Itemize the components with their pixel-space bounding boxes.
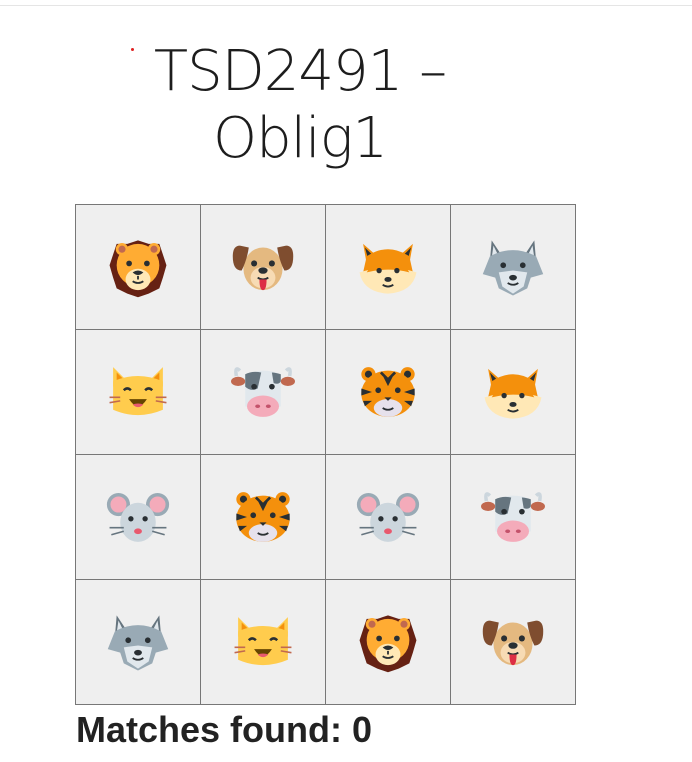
memory-card[interactable] <box>449 328 576 455</box>
memory-card[interactable] <box>324 328 451 455</box>
memory-card[interactable] <box>449 453 576 580</box>
memory-card[interactable] <box>199 453 326 580</box>
memory-card[interactable] <box>324 578 451 705</box>
memory-card[interactable] <box>74 203 201 330</box>
page-title: TSD2491 – Oblig1 <box>75 38 525 172</box>
fox-icon <box>359 243 416 294</box>
memory-card[interactable] <box>324 203 451 330</box>
tiger-icon <box>360 366 415 417</box>
memory-card[interactable] <box>199 203 326 330</box>
wolf-icon <box>482 239 543 295</box>
cow-icon <box>230 366 295 417</box>
lion-icon <box>359 614 416 672</box>
cat-icon <box>108 366 167 415</box>
top-divider <box>0 5 692 6</box>
dog-icon <box>482 620 543 665</box>
dog-icon <box>232 245 293 290</box>
memory-card[interactable] <box>324 453 451 580</box>
mouse-icon <box>106 492 169 542</box>
memory-card[interactable] <box>74 453 201 580</box>
fox-icon <box>484 368 541 419</box>
memory-card[interactable] <box>74 578 201 705</box>
mouse-icon <box>356 492 419 542</box>
memory-card[interactable] <box>199 578 326 705</box>
wolf-icon <box>107 614 168 670</box>
tiger-icon <box>235 491 290 542</box>
cat-icon <box>233 616 292 665</box>
memory-card[interactable] <box>199 328 326 455</box>
cow-icon <box>480 491 545 542</box>
memory-card[interactable] <box>449 578 576 705</box>
lion-icon <box>109 239 166 297</box>
title-line-2: Oblig1 <box>213 106 388 171</box>
matches-counter: Matches found: 0 <box>76 709 373 750</box>
memory-card-grid <box>74 203 576 705</box>
memory-card[interactable] <box>74 328 201 455</box>
memory-card[interactable] <box>449 203 576 330</box>
title-line-1: TSD2491 – <box>153 39 447 104</box>
